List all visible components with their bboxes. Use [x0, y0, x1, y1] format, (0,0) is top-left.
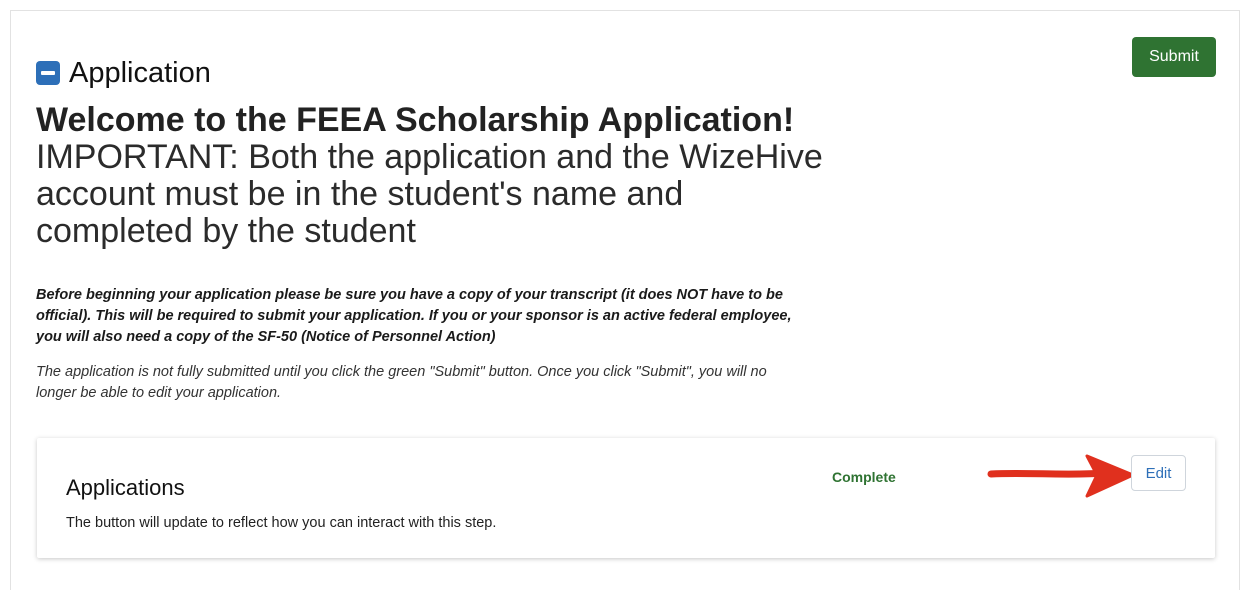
welcome-heading: Welcome to the FEEA Scholarship Applicat…: [36, 102, 826, 250]
submit-notice: The application is not fully submitted u…: [36, 364, 767, 401]
submit-button[interactable]: Submit: [1132, 37, 1216, 77]
red-arrow-annotation-icon: [987, 454, 1135, 498]
welcome-heading-bold: Welcome to the FEEA Scholarship Applicat…: [36, 101, 795, 139]
edit-button[interactable]: Edit: [1131, 455, 1186, 491]
welcome-heading-important: IMPORTANT: Both the application and the …: [36, 138, 823, 250]
step-description: The button will update to reflect how yo…: [66, 515, 497, 531]
step-card-applications: Applications The button will update to r…: [37, 438, 1215, 558]
step-title: Applications: [66, 475, 185, 500]
section-header: Application: [36, 56, 211, 90]
section-title: Application: [69, 57, 211, 89]
collapse-minus-icon[interactable]: [36, 61, 60, 85]
transcript-notice: Before beginning your application please…: [36, 287, 792, 345]
step-status-badge: Complete: [832, 469, 896, 485]
